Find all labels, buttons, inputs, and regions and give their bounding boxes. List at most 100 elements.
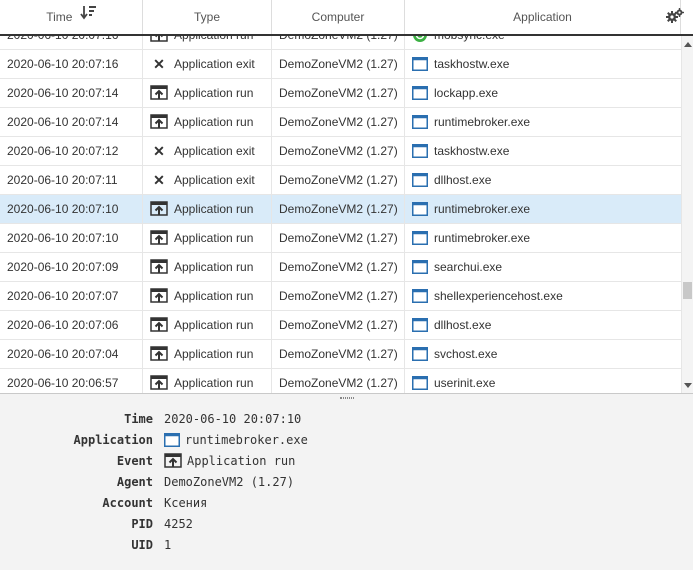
cell-time: 2020-06-10 20:07:16 — [0, 50, 143, 78]
app-run-icon — [150, 114, 168, 130]
sort-descending-icon[interactable] — [80, 0, 96, 33]
cell-computer: DemoZoneVM2 (1.27) — [272, 253, 405, 281]
detail-application-label: Application — [73, 433, 153, 447]
cell-application: runtimebroker.exe — [405, 224, 681, 252]
column-header-type[interactable]: Type — [143, 0, 272, 34]
cell-type: ✕ Application exit — [143, 50, 272, 78]
cell-time: 2020-06-10 20:07:07 — [0, 282, 143, 310]
cell-type: ✕ Application exit — [143, 137, 272, 165]
cell-time: 2020-06-10 20:07:10 — [0, 224, 143, 252]
table-row[interactable]: 2020-06-10 20:07:11 ✕ Application exit Demo… — [0, 166, 681, 195]
close-icon: ✕ — [153, 56, 165, 72]
cell-time: 2020-06-10 20:07:10 — [0, 195, 143, 223]
detail-agent-value: DemoZoneVM2 (1.27) — [164, 475, 295, 489]
table-row[interactable]: 2020-06-10 20:07:10 Application run DemoZo… — [0, 195, 681, 224]
cell-application-label: lockapp.exe — [434, 86, 499, 100]
cell-time: 2020-06-10 20:06:57 — [0, 369, 143, 393]
table-row[interactable]: 2020-06-10 20:07:10 Application run DemoZo… — [0, 224, 681, 253]
cell-application-label: runtimebroker.exe — [434, 115, 531, 129]
cell-application-label: dllhost.exe — [434, 173, 492, 187]
cell-computer: DemoZoneVM2 (1.27) — [272, 79, 405, 107]
table-row[interactable]: 2020-06-10 20:06:57 Application run DemoZo… — [0, 369, 681, 393]
cell-application: lockapp.exe — [405, 79, 681, 107]
cell-computer: DemoZoneVM2 (1.27) — [272, 137, 405, 165]
column-header-time-label: Time — [46, 10, 73, 24]
cell-type-label: Application run — [174, 86, 254, 100]
window-icon — [412, 144, 428, 158]
scroll-down-arrow-icon[interactable] — [684, 383, 692, 388]
grid-header: Time Type Computer Application — [0, 0, 693, 36]
cell-type-label: Application run — [174, 289, 254, 303]
cell-type-label: Application run — [174, 115, 254, 129]
pane-splitter[interactable] — [0, 393, 693, 401]
table-row[interactable]: 2020-06-10 20:07:04 Application run DemoZo… — [0, 340, 681, 369]
cell-application: runtimebroker.exe — [405, 108, 681, 136]
cell-type: Application run — [143, 311, 272, 339]
cell-computer: DemoZoneVM2 (1.27) — [272, 50, 405, 78]
grid-body: 2020-06-10 20:07:16 Application run DemoZo… — [0, 36, 681, 393]
cell-type-label: Application exit — [174, 144, 255, 158]
scroll-up-arrow-icon[interactable] — [684, 42, 692, 47]
column-header-application[interactable]: Application — [405, 0, 681, 34]
cell-time: 2020-06-10 20:07:09 — [0, 253, 143, 281]
table-row[interactable]: 2020-06-10 20:07:16 Application run DemoZo… — [0, 36, 681, 50]
cell-type: Application run — [143, 282, 272, 310]
detail-event: Event Application run — [0, 451, 693, 471]
cell-type: Application run — [143, 224, 272, 252]
detail-pid: PID 4252 — [0, 514, 693, 534]
cell-computer: DemoZoneVM2 (1.27) — [272, 311, 405, 339]
detail-event-label: Event — [116, 454, 153, 468]
cell-type-label: Application run — [174, 347, 254, 361]
cell-application-label: searchui.exe — [434, 260, 503, 274]
cell-type-label: Application run — [174, 318, 254, 332]
scrollbar-thumb[interactable] — [683, 282, 692, 299]
cell-application: searchui.exe — [405, 253, 681, 281]
cell-application: taskhostw.exe — [405, 137, 681, 165]
app-run-icon — [150, 288, 168, 304]
cell-time: 2020-06-10 20:07:06 — [0, 311, 143, 339]
cell-application: dllhost.exe — [405, 166, 681, 194]
gear-icon[interactable] — [666, 8, 684, 27]
table-row[interactable]: 2020-06-10 20:07:07 Application run DemoZo… — [0, 282, 681, 311]
cell-application: shellexperiencehost.exe — [405, 282, 681, 310]
cell-computer: DemoZoneVM2 (1.27) — [272, 282, 405, 310]
table-row[interactable]: 2020-06-10 20:07:09 Application run DemoZo… — [0, 253, 681, 282]
cell-application: runtimebroker.exe — [405, 195, 681, 223]
detail-uid: UID 1 — [0, 535, 693, 555]
green-sync-icon — [412, 36, 428, 43]
cell-time: 2020-06-10 20:07:11 — [0, 166, 143, 194]
detail-agent: Agent DemoZoneVM2 (1.27) — [0, 472, 693, 492]
table-row[interactable]: 2020-06-10 20:07:14 Application run DemoZo… — [0, 79, 681, 108]
detail-account: Account Ксения — [0, 493, 693, 513]
detail-uid-label: UID — [131, 538, 153, 552]
cell-application: taskhostw.exe — [405, 50, 681, 78]
window-icon — [412, 231, 428, 245]
cell-type: Application run — [143, 79, 272, 107]
table-row[interactable]: 2020-06-10 20:07:12 ✕ Application exit Demo… — [0, 137, 681, 166]
events-grid: Time Type Computer Application 2020-06-1… — [0, 0, 693, 393]
cell-type-label: Application run — [174, 36, 253, 49]
app-run-icon — [150, 346, 168, 362]
detail-account-label: Account — [102, 496, 153, 510]
cell-time: 2020-06-10 20:07:16 — [0, 36, 143, 49]
cell-application-label: userinit.exe — [434, 376, 496, 390]
window-icon — [412, 347, 428, 361]
window-icon — [412, 57, 428, 71]
app-run-icon — [150, 36, 168, 43]
cell-type: Application run — [143, 253, 272, 281]
table-row[interactable]: 2020-06-10 20:07:16 ✕ Application exit Demo… — [0, 50, 681, 79]
table-row[interactable]: 2020-06-10 20:07:14 Application run DemoZo… — [0, 108, 681, 137]
vertical-scrollbar[interactable] — [681, 36, 693, 393]
detail-account-value: Ксения — [164, 496, 208, 510]
cell-computer: DemoZoneVM2 (1.27) — [272, 340, 405, 368]
column-header-computer[interactable]: Computer — [272, 0, 405, 34]
cell-application-label: svchost.exe — [434, 347, 498, 361]
column-header-time[interactable]: Time — [0, 0, 143, 34]
cell-time: 2020-06-10 20:07:14 — [0, 79, 143, 107]
cell-type: Application run — [143, 36, 272, 49]
splitter-grip-icon[interactable] — [340, 397, 354, 399]
cell-type-label: Application run — [174, 376, 254, 390]
grid-rows: 2020-06-10 20:07:16 Application run DemoZo… — [0, 36, 681, 393]
table-row[interactable]: 2020-06-10 20:07:06 Application run DemoZo… — [0, 311, 681, 340]
detail-pid-label: PID — [131, 517, 153, 531]
